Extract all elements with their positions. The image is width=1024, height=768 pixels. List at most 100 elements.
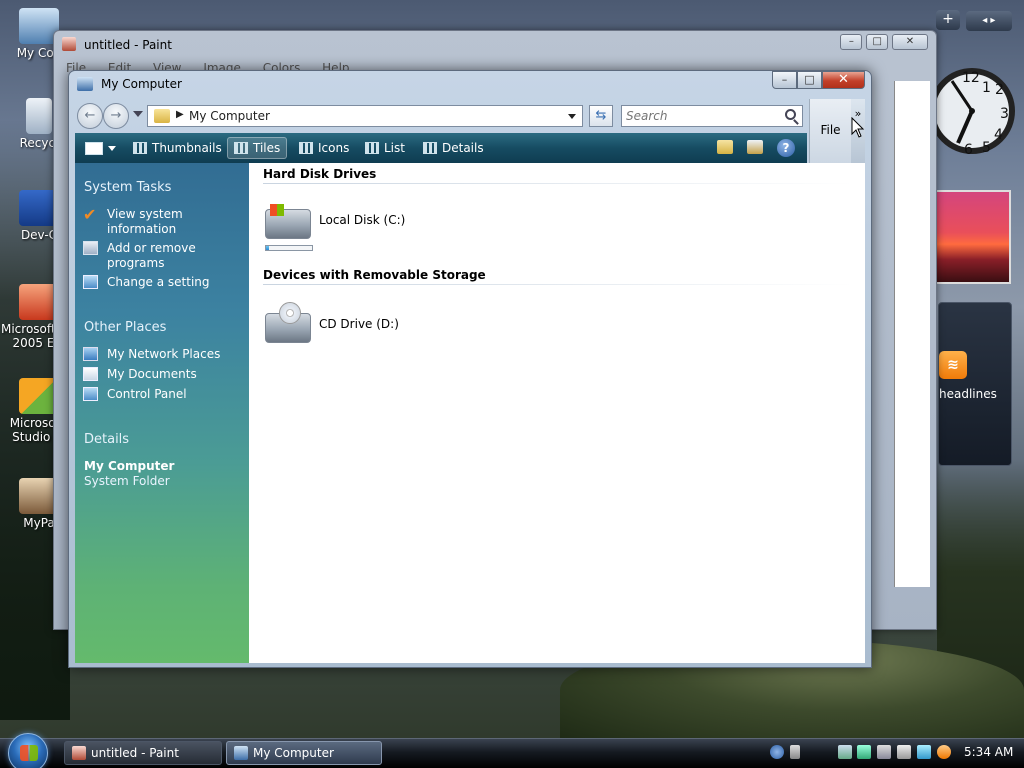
drive-cd-d[interactable]: CD Drive (D:): [265, 302, 399, 343]
paint-window-controls: – □ ✕: [840, 33, 928, 50]
language-icon[interactable]: [916, 745, 931, 759]
thumbnails-label: Thumbnails: [152, 141, 222, 155]
file-menu-button[interactable]: File: [809, 99, 851, 163]
views-button[interactable]: [79, 137, 122, 159]
list-icon: [365, 142, 379, 154]
control-panel-icon: [83, 387, 98, 401]
chevron-down-icon: [108, 145, 116, 151]
chevron-right-icon[interactable]: ▶: [176, 109, 184, 120]
paint-canvas[interactable]: [894, 81, 930, 587]
volume-icon[interactable]: [897, 745, 912, 759]
slideshow-gadget[interactable]: [935, 190, 1011, 284]
icons-view-button[interactable]: Icons: [293, 137, 355, 159]
cd-disc-icon: [279, 302, 301, 324]
feed-gadget-label: headlines: [939, 387, 997, 401]
window-controls: – □ ✕: [772, 71, 865, 89]
other-places-heading[interactable]: Other Places: [84, 320, 166, 335]
drive-label: Local Disk (C:): [319, 213, 406, 227]
back-button[interactable]: ←: [77, 103, 103, 129]
start-button[interactable]: [8, 733, 48, 768]
folder-options-icon[interactable]: [747, 140, 763, 154]
group-divider: [263, 284, 853, 285]
refresh-button[interactable]: ⇆: [589, 105, 613, 127]
drive-local-disk-c[interactable]: Local Disk (C:): [265, 204, 405, 251]
forward-button[interactable]: →: [103, 103, 129, 129]
mouse-cursor-icon: [851, 117, 865, 138]
hard-disk-icon: [265, 204, 311, 239]
details-label: Details: [442, 141, 484, 155]
content-pane[interactable]: Hard Disk Drives Local Disk (C:) Devices…: [249, 163, 865, 663]
thumbnails-icon: [133, 142, 147, 154]
search-icon[interactable]: [936, 745, 951, 759]
details-icon: [423, 142, 437, 154]
task-view-system-information[interactable]: View system information: [107, 207, 227, 237]
svg-text:2: 2: [995, 82, 1004, 98]
feed-headlines-gadget[interactable]: ≋ headlines: [938, 302, 1012, 466]
taskbar-item-label: untitled - Paint: [91, 746, 179, 760]
disk-usage-bar: [265, 245, 313, 251]
paint-app-icon: [62, 37, 76, 51]
details-heading[interactable]: Details: [84, 432, 129, 447]
place-my-documents[interactable]: My Documents: [107, 367, 197, 382]
thumbnails-view-button[interactable]: Thumbnails: [127, 137, 228, 159]
sidebar-controls: + ◂ ▸: [936, 10, 1016, 32]
up-arrow-icon[interactable]: [789, 745, 800, 759]
address-text: My Computer: [189, 109, 270, 123]
icons-label: Icons: [318, 141, 350, 155]
gadget-nav-button[interactable]: ◂ ▸: [965, 11, 1012, 31]
list-label: List: [384, 141, 405, 155]
group-divider: [263, 183, 853, 184]
search-input[interactable]: [626, 107, 776, 125]
svg-text:5: 5: [982, 140, 991, 156]
taskbar-clock[interactable]: 5:34 AM: [964, 745, 1013, 759]
recent-pages-dropdown[interactable]: [133, 111, 143, 117]
maximize-button[interactable]: □: [797, 71, 822, 89]
tiles-view-button[interactable]: Tiles: [227, 137, 288, 159]
maximize-button[interactable]: □: [866, 34, 889, 50]
my-computer-icon: [77, 77, 93, 91]
address-bar[interactable]: ▶ My Computer: [147, 105, 583, 127]
check-icon: ✔: [83, 205, 97, 224]
icons-view-icon: [299, 142, 313, 154]
clock-gadget[interactable]: 12 2 3 456 1: [928, 48, 1016, 174]
search-box[interactable]: [621, 105, 803, 127]
documents-icon: [83, 367, 98, 381]
list-view-button[interactable]: List: [359, 137, 411, 159]
task-add-remove-programs[interactable]: Add or remove programs: [107, 241, 227, 271]
close-button[interactable]: ✕: [822, 71, 865, 89]
address-bar-row: ← → ▶ My Computer ⇆: [75, 99, 865, 133]
system-tasks-heading[interactable]: System Tasks: [84, 180, 171, 195]
search-icon[interactable]: [785, 109, 796, 120]
group-header-hard-disk-drives[interactable]: Hard Disk Drives: [263, 167, 376, 181]
place-control-panel[interactable]: Control Panel: [107, 387, 187, 402]
minimize-button[interactable]: –: [840, 34, 863, 50]
help-icon[interactable]: ?: [777, 139, 795, 157]
place-my-network-places[interactable]: My Network Places: [107, 347, 220, 362]
svg-text:3: 3: [1000, 106, 1009, 122]
address-dropdown-arrow[interactable]: [568, 114, 576, 119]
add-gadget-button[interactable]: +: [936, 10, 960, 30]
task-pane: System Tasks ✔ View system information A…: [75, 163, 249, 663]
close-button[interactable]: ✕: [892, 34, 928, 50]
device-icon[interactable]: [877, 745, 892, 759]
rss-feed-icon: ≋: [939, 351, 967, 379]
taskbar-item-paint[interactable]: untitled - Paint: [64, 741, 222, 765]
tiles-label: Tiles: [253, 141, 281, 155]
my-computer-window[interactable]: My Computer – □ ✕ ← → ▶ My Computer ⇆ Fi…: [68, 70, 872, 668]
network-icon[interactable]: [837, 745, 852, 759]
paint-window-title: untitled - Paint: [84, 38, 172, 52]
security-icon[interactable]: [857, 745, 872, 759]
help-icon[interactable]: [770, 745, 784, 759]
group-header-removable-storage[interactable]: Devices with Removable Storage: [263, 268, 486, 282]
tiles-icon: [234, 142, 248, 154]
task-change-a-setting[interactable]: Change a setting: [107, 275, 210, 290]
windows-logo-icon: [270, 204, 284, 216]
details-view-button[interactable]: Details: [417, 137, 490, 159]
new-folder-icon[interactable]: [717, 140, 733, 154]
taskbar-item-my-computer[interactable]: My Computer: [226, 741, 382, 765]
folder-icon: [154, 109, 170, 123]
change-setting-icon: [83, 275, 98, 289]
paint-app-icon: [72, 746, 86, 760]
minimize-button[interactable]: –: [772, 71, 797, 89]
recycle-bin-icon: [26, 98, 52, 134]
